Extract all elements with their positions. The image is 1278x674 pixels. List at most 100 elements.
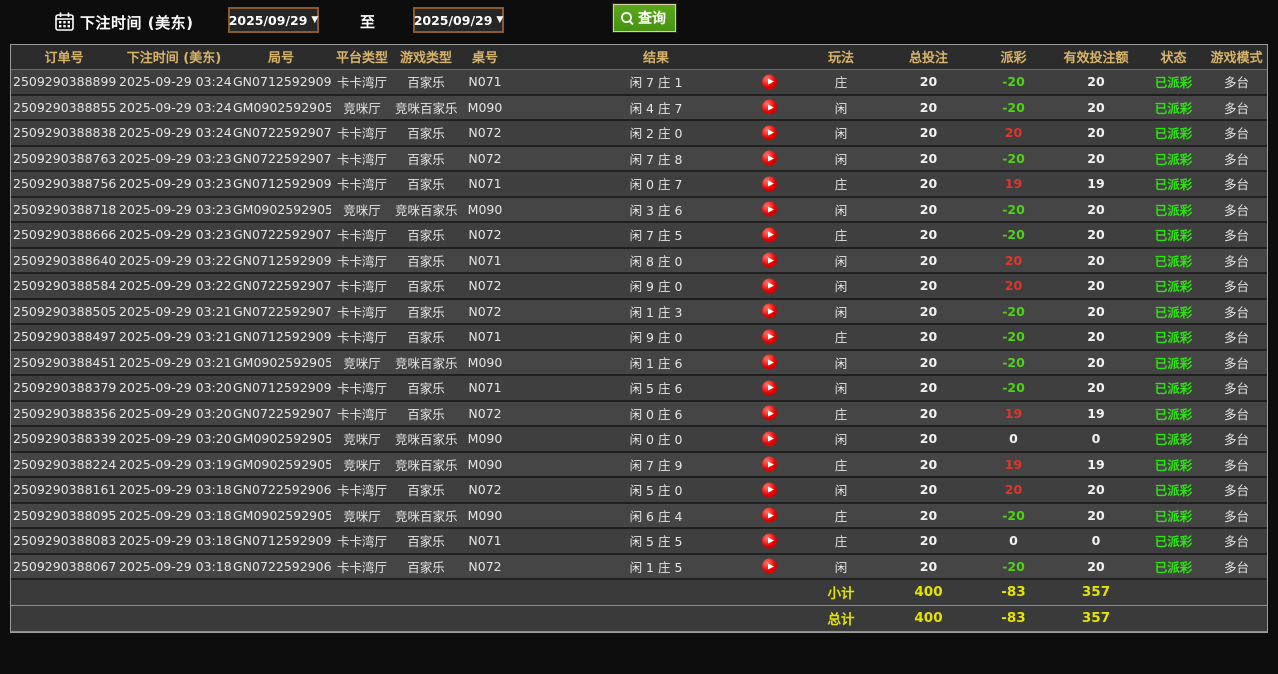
replay-play-icon[interactable] — [762, 176, 777, 192]
replay-play-icon[interactable] — [762, 482, 777, 498]
cell-payout: 19 — [976, 451, 1051, 478]
total-label: 总计 — [801, 604, 881, 632]
cell-result: 闲 5 庄 0 — [511, 477, 801, 504]
cell-result: 闲 8 庄 0 — [511, 247, 801, 274]
cell-bet-side: 庄 — [801, 400, 881, 427]
cell-game-type: 竞咪百家乐 — [393, 451, 459, 478]
cell-game-type: 百家乐 — [393, 222, 459, 249]
cell-platform: 卡卡湾厅 — [331, 375, 393, 402]
result-text: 闲 0 庄 7 — [629, 177, 683, 193]
cell-valid-bet: 19 — [1051, 400, 1141, 427]
replay-play-icon[interactable] — [762, 380, 777, 396]
cell-platform: 卡卡湾厅 — [331, 477, 393, 504]
cell-order-id: 250929038889997 — [11, 69, 117, 96]
table-row: 250929038876396 2025-09-29 03:23:48 GN07… — [11, 145, 1267, 172]
cell-payout: -20 — [976, 349, 1051, 376]
cell-payout: -20 — [976, 375, 1051, 402]
cell-total-bet: 20 — [881, 196, 976, 223]
cell-result: 闲 7 庄 9 — [511, 451, 801, 478]
table-row: 250929038837902 2025-09-29 03:20:46 GN07… — [11, 375, 1267, 402]
cell-table-no: N071 — [459, 528, 511, 555]
column-header-status: 状态 — [1141, 45, 1206, 70]
replay-play-icon[interactable] — [762, 99, 777, 115]
date-from-value: 2025/09/29 — [228, 12, 308, 28]
cell-bet-side: 庄 — [801, 222, 881, 249]
cell-payout: -20 — [976, 94, 1051, 121]
cell-platform: 卡卡湾厅 — [331, 222, 393, 249]
cell-game-type: 百家乐 — [393, 69, 459, 96]
cell-game-type: 百家乐 — [393, 145, 459, 172]
cell-round-id: GM0902592905O — [231, 502, 331, 529]
result-text: 闲 5 庄 6 — [629, 381, 683, 397]
cell-game-type: 竞咪百家乐 — [393, 94, 459, 121]
search-icon — [620, 11, 635, 26]
replay-play-icon[interactable] — [762, 533, 777, 549]
cell-game-type: 百家乐 — [393, 553, 459, 580]
cell-total-bet: 20 — [881, 273, 976, 300]
cell-table-no: N072 — [459, 553, 511, 580]
cell-result: 闲 1 庄 6 — [511, 349, 801, 376]
cell-game-mode: 多台 — [1206, 553, 1267, 580]
cell-order-id: 250929038864011 — [11, 247, 117, 274]
replay-play-icon[interactable] — [762, 303, 777, 319]
cell-bet-time: 2025-09-29 03:21:46 — [117, 298, 231, 325]
date-from-select[interactable]: 2025/09/29 ▼ — [228, 7, 319, 33]
replay-play-icon[interactable] — [762, 558, 777, 574]
replay-play-icon[interactable] — [762, 329, 777, 345]
cell-total-bet: 20 — [881, 553, 976, 580]
cell-round-id: GN0712592909T — [231, 69, 331, 96]
table-row: 250929038871815 2025-09-29 03:23:27 GM09… — [11, 196, 1267, 223]
replay-play-icon[interactable] — [762, 150, 777, 166]
cell-total-bet: 20 — [881, 426, 976, 453]
cell-round-id: GN07225929075 — [231, 222, 331, 249]
cell-bet-time: 2025-09-29 03:20:24 — [117, 426, 231, 453]
replay-play-icon[interactable] — [762, 74, 777, 89]
cell-platform: 卡卡湾厅 — [331, 145, 393, 172]
cell-round-id: GM0902592905Q — [231, 426, 331, 453]
cell-round-id: GN0722592906Z — [231, 477, 331, 504]
replay-play-icon[interactable] — [762, 278, 777, 294]
cell-game-mode: 多台 — [1206, 502, 1267, 529]
cell-platform: 卡卡湾厅 — [331, 273, 393, 300]
cell-platform: 竞咪厅 — [331, 451, 393, 478]
replay-play-icon[interactable] — [762, 125, 777, 141]
cell-game-type: 竞咪百家乐 — [393, 426, 459, 453]
cell-order-id: 250929038845160 — [11, 349, 117, 376]
result-text: 闲 2 庄 0 — [629, 126, 683, 142]
cell-bet-side: 闲 — [801, 145, 881, 172]
cell-result: 闲 3 庄 6 — [511, 196, 801, 223]
column-header-total-bet: 总投注 — [881, 45, 976, 70]
replay-play-icon[interactable] — [762, 507, 777, 523]
cell-round-id: GN0722592906Y — [231, 553, 331, 580]
table-row: 250929038850520 2025-09-29 03:21:46 GN07… — [11, 298, 1267, 325]
cell-table-no: N071 — [459, 324, 511, 351]
cell-bet-side: 庄 — [801, 324, 881, 351]
cell-game-mode: 多台 — [1206, 94, 1267, 121]
cell-bet-time: 2025-09-29 03:24:30 — [117, 94, 231, 121]
cell-round-id: GM0902592905T — [231, 196, 331, 223]
cell-order-id: 250929038806768 — [11, 553, 117, 580]
cell-game-mode: 多台 — [1206, 400, 1267, 427]
cell-order-id: 250929038866600 — [11, 222, 117, 249]
table-row: 250929038864011 2025-09-29 03:22:51 GN07… — [11, 247, 1267, 274]
cell-round-id: GN0712592909H — [231, 528, 331, 555]
replay-play-icon[interactable] — [762, 227, 777, 243]
cell-round-id: GM0902592905P — [231, 451, 331, 478]
replay-play-icon[interactable] — [762, 201, 777, 217]
cell-table-no: N072 — [459, 273, 511, 300]
date-to-select[interactable]: 2025/09/29 ▼ — [413, 7, 504, 33]
cell-order-id: 250929038849796 — [11, 324, 117, 351]
cell-platform: 竞咪厅 — [331, 94, 393, 121]
replay-play-icon[interactable] — [762, 252, 777, 268]
cell-bet-time: 2025-09-29 03:23:04 — [117, 222, 231, 249]
cell-table-no: N072 — [459, 298, 511, 325]
table-row: 250929038845160 2025-09-29 03:21:24 GM09… — [11, 349, 1267, 376]
cell-valid-bet: 20 — [1051, 324, 1141, 351]
replay-play-icon[interactable] — [762, 431, 777, 447]
query-button[interactable]: 查询 — [612, 3, 677, 33]
replay-play-icon[interactable] — [762, 456, 777, 472]
replay-play-icon[interactable] — [762, 354, 777, 370]
cell-payout: 0 — [976, 528, 1051, 555]
cell-bet-time: 2025-09-29 03:18:20 — [117, 528, 231, 555]
replay-play-icon[interactable] — [762, 405, 777, 421]
